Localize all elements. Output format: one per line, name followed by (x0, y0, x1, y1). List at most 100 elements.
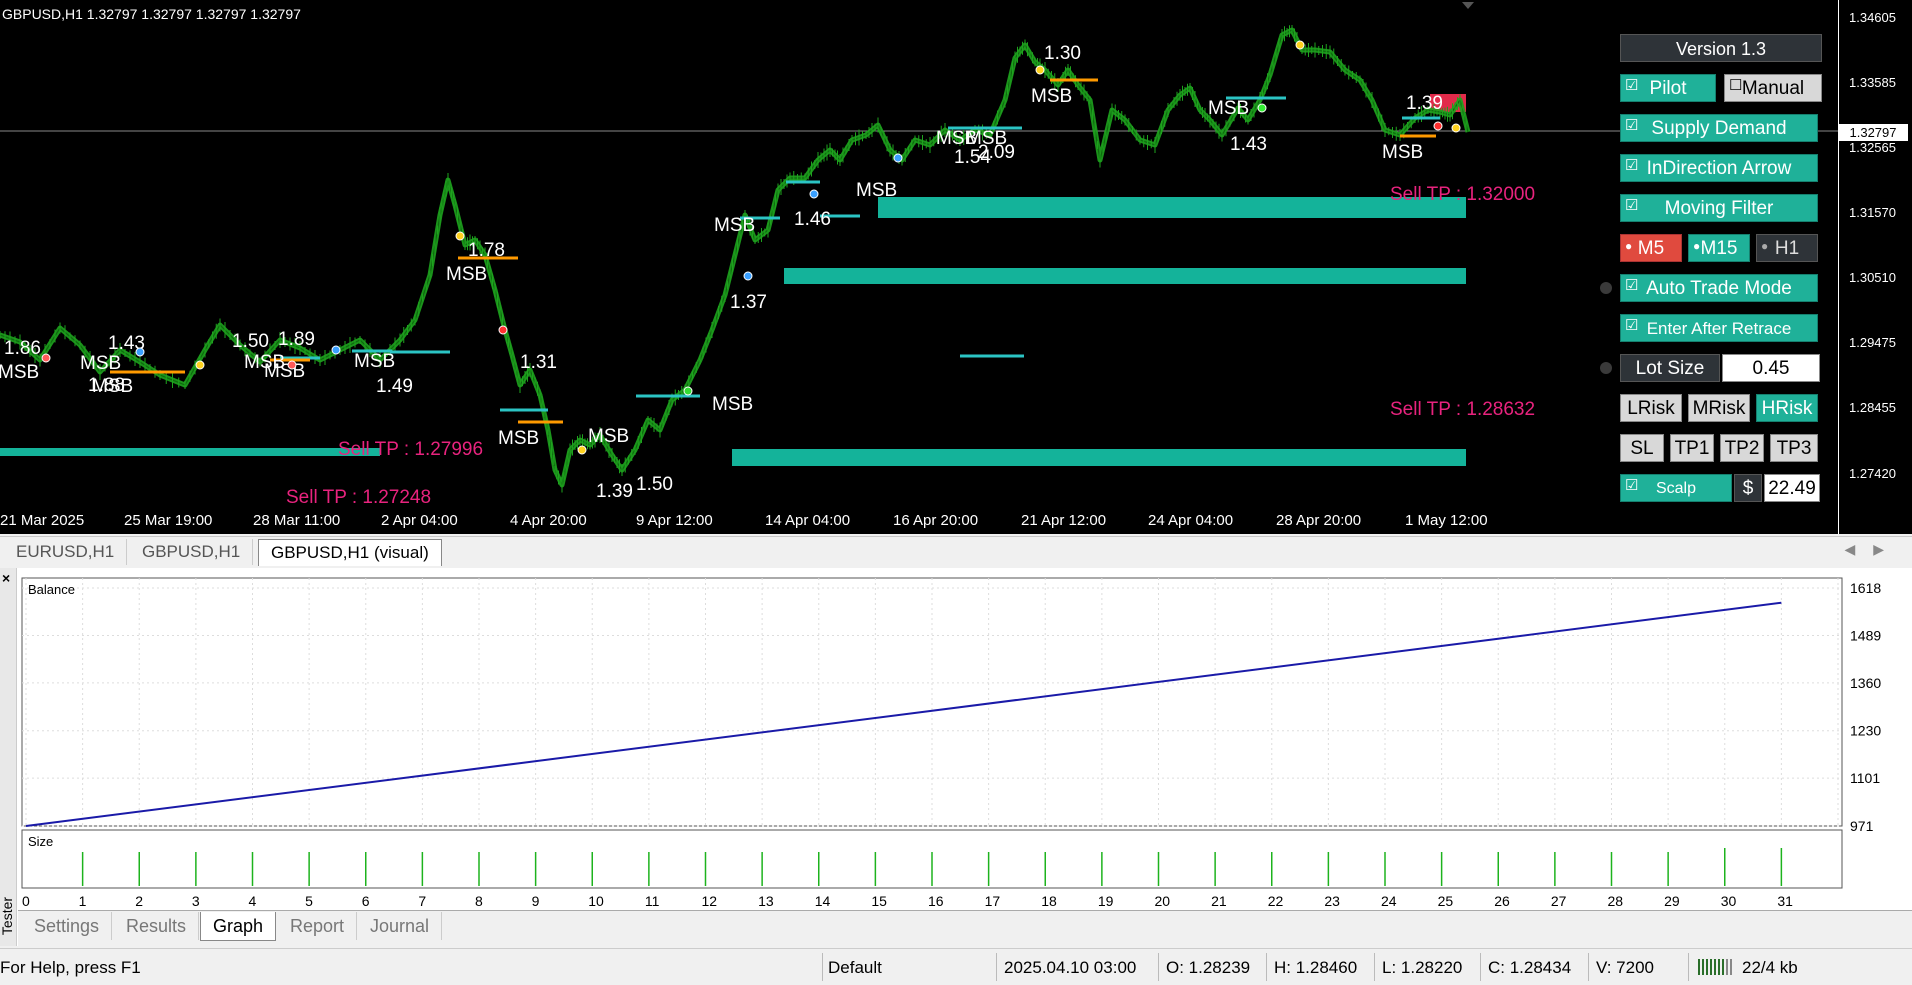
ratio-label: 1.49 (376, 376, 413, 397)
bar-open: O: 1.28239 (1166, 958, 1251, 977)
time-axis-label: 1 May 12:00 (1405, 512, 1488, 529)
balance-axis-label: 1101 (1850, 770, 1880, 786)
x-axis-label: 17 (985, 893, 1001, 909)
x-axis-label: 27 (1551, 893, 1567, 909)
auto-trade-mode-toggle[interactable]: ☑ Auto Trade Mode (1620, 274, 1818, 302)
lot-size-indicator-icon (1600, 362, 1612, 374)
low-risk-button[interactable]: LRisk (1620, 394, 1682, 422)
scalp-amount-input[interactable]: 22.49 (1764, 474, 1820, 502)
mt4-terminal: 1.86 MSB 1.43 MSB 1.88 MSB 1.50 1.89 MSB MSB MSB 1.… (0, 0, 1912, 985)
x-axis-label: 29 (1664, 893, 1680, 909)
radio-icon: ● (1693, 239, 1701, 253)
timeframe-m15-button[interactable]: ● M15 (1688, 234, 1750, 262)
time-axis-label: 28 Mar 11:00 (253, 512, 340, 529)
lot-size-input[interactable]: 0.45 (1722, 354, 1820, 382)
x-axis-label: 8 (475, 893, 483, 909)
signal-arrow-icon (1295, 40, 1305, 50)
connection-bar (1726, 959, 1728, 975)
timeframe-m5-button[interactable]: ● M5 (1620, 234, 1682, 262)
moving-filter-toggle[interactable]: ☑ Moving Filter (1620, 194, 1818, 222)
tab-report[interactable]: Report (278, 912, 358, 940)
x-axis-label: 31 (1777, 893, 1793, 909)
tp2-button[interactable]: TP2 (1720, 434, 1764, 462)
tab-settings[interactable]: Settings (22, 912, 113, 940)
tp3-button[interactable]: TP3 (1770, 434, 1818, 462)
tab-gbpusd-h1[interactable]: GBPUSD,H1 (130, 539, 254, 565)
signal-arrow-icon (683, 386, 693, 396)
x-axis-label: 23 (1324, 893, 1340, 909)
help-text: For Help, press F1 (0, 958, 141, 977)
tab-gbpusd-h1-visual[interactable]: GBPUSD,H1 (visual) (258, 539, 442, 566)
radio-icon: ● (1761, 239, 1769, 253)
msb-label: MSB (264, 361, 305, 382)
price-chart[interactable]: 1.86 MSB 1.43 MSB 1.88 MSB 1.50 1.89 MSB MSB MSB 1.… (0, 0, 1838, 534)
strategy-tester: × Tester 1618 1489 1360 1230 1101 971 0 1 2 3 4 5 6 7… (0, 568, 1912, 947)
supply-demand-toggle[interactable]: ☑ Supply Demand (1620, 114, 1818, 142)
sl-button[interactable]: SL (1620, 434, 1664, 462)
x-axis-label: 14 (815, 893, 831, 909)
x-axis-label: 15 (871, 893, 887, 909)
x-axis-label: 10 (588, 893, 604, 909)
sell-tp-label: Sell TP : 1.32000 (1390, 184, 1535, 205)
tp1-button[interactable]: TP1 (1670, 434, 1714, 462)
x-axis-label: 2 (135, 893, 143, 909)
high-risk-button[interactable]: HRisk (1756, 394, 1818, 422)
auto-trade-indicator-icon (1600, 282, 1612, 294)
x-axis-label: 28 (1608, 893, 1624, 909)
balance-axis-label: 1360 (1850, 675, 1881, 691)
time-axis-label: 9 Apr 12:00 (636, 512, 713, 529)
timeframe-h1-button[interactable]: ● H1 (1756, 234, 1818, 262)
tab-scroll-arrows-icon[interactable]: ◀▶ (1844, 541, 1902, 558)
lot-size-label: Lot Size (1620, 354, 1720, 382)
msb-label: MSB (588, 426, 629, 447)
time-axis-label: 2 Apr 04:00 (381, 512, 458, 529)
signal-arrow-icon (1257, 103, 1267, 113)
status-bar: For Help, press F1 Default 2025.04.10 03… (0, 948, 1912, 985)
scalp-toggle[interactable]: ☑ Scalp (1620, 474, 1732, 502)
connection-bar (1702, 959, 1704, 975)
tab-journal[interactable]: Journal (358, 912, 443, 940)
x-axis-label: 0 (22, 893, 30, 909)
chart-tab-bar: EURUSD,H1 GBPUSD,H1 GBPUSD,H1 (visual) ◀… (0, 536, 1912, 567)
msb-label: MSB (1382, 142, 1423, 163)
tab-eurusd-h1[interactable]: EURUSD,H1 (4, 539, 128, 565)
msb-label: MSB (0, 362, 39, 383)
tab-results[interactable]: Results (114, 912, 200, 940)
bar-volume: V: 7200 (1596, 958, 1654, 977)
signal-arrow-icon (331, 345, 341, 355)
price-scale[interactable]: 1.34605 1.33585 1.32565 1.31570 1.30510 1.294… (1838, 0, 1912, 534)
signal-arrow-icon (809, 189, 819, 199)
price-axis-label: 1.31570 (1849, 205, 1896, 220)
manual-toggle[interactable]: ☐ Manual (1724, 74, 1822, 102)
x-axis-label: 12 (702, 893, 718, 909)
enter-after-retrace-toggle[interactable]: ☑ Enter After Retrace (1620, 314, 1818, 342)
indirection-arrow-toggle[interactable]: ☑ InDirection Arrow (1620, 154, 1818, 182)
signal-arrow-icon (287, 360, 297, 370)
signal-arrow-icon (1433, 121, 1443, 131)
time-axis-label: 24 Apr 04:00 (1148, 512, 1233, 529)
signal-arrow-icon (1035, 65, 1045, 75)
x-axis-label: 21 (1211, 893, 1227, 909)
medium-risk-button[interactable]: MRisk (1688, 394, 1750, 422)
msb-label: MSB (1031, 86, 1072, 107)
x-axis-label: 3 (192, 893, 200, 909)
tab-graph[interactable]: Graph (200, 912, 277, 941)
x-axis-label: 26 (1494, 893, 1510, 909)
price-axis-label: 1.32565 (1849, 140, 1896, 155)
supply-demand-zone (0, 448, 380, 456)
current-price-label: 1.32797 (1838, 124, 1908, 141)
supply-demand-zone (784, 268, 1466, 284)
sell-tp-label: Sell TP : 1.27248 (286, 487, 431, 508)
time-axis-label: 25 Mar 19:00 (124, 512, 212, 529)
chart-shift-marker-icon (1462, 2, 1474, 9)
signal-arrow-icon (743, 271, 753, 281)
x-axis-label: 19 (1098, 893, 1114, 909)
pilot-toggle[interactable]: ☑ Pilot (1620, 74, 1716, 102)
signal-arrow-icon (1451, 123, 1461, 133)
supply-demand-zone (878, 197, 1466, 218)
x-axis-label: 13 (758, 893, 774, 909)
signal-arrow-icon (455, 231, 465, 241)
chart-header: GBPUSD,H1 1.32797 1.32797 1.32797 1.3279… (2, 6, 301, 22)
x-axis-label: 9 (532, 893, 540, 909)
price-axis-label: 1.33585 (1849, 75, 1896, 90)
